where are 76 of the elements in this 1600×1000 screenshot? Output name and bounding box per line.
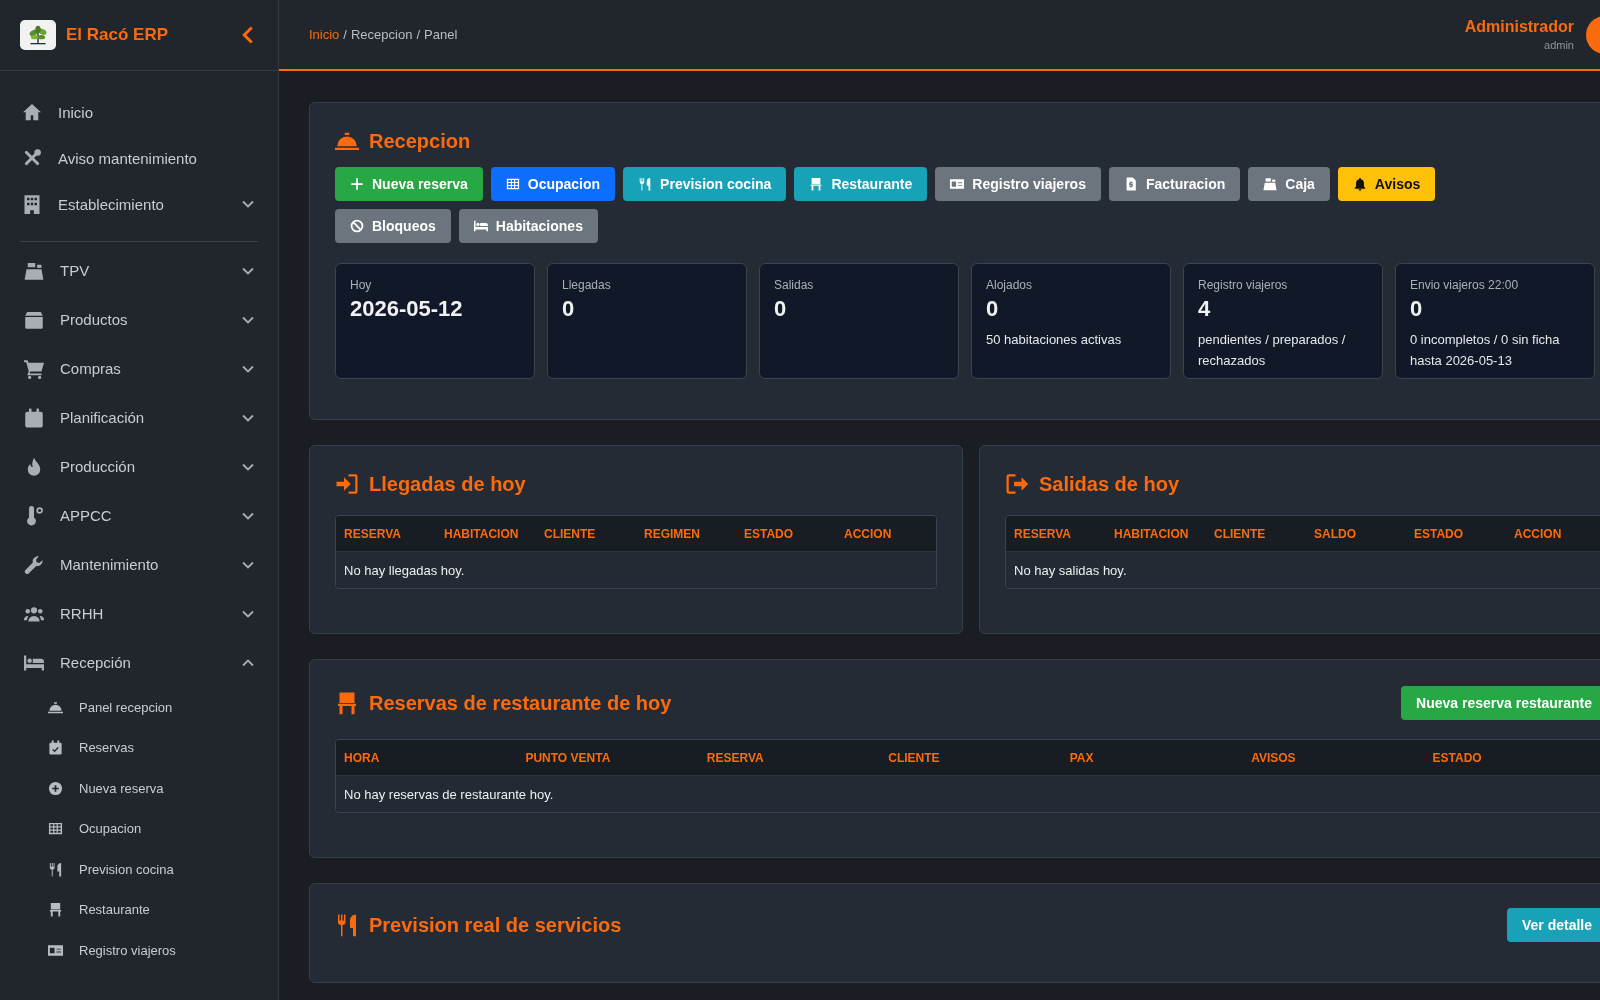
column-header: PUNTO VENTA <box>524 750 612 765</box>
column-header: ESTADO <box>1431 750 1483 765</box>
stat-label: Hoy <box>350 278 373 292</box>
nav-subitem[interactable]: Prevision cocina <box>20 849 258 890</box>
breadcrumb-item: Panel <box>424 27 458 42</box>
empty-message: No hay salidas hoy. <box>1006 551 1600 588</box>
stat-label: Envio viajeros 22:00 <box>1410 278 1520 292</box>
breadcrumb-link[interactable]: Inicio <box>309 27 340 42</box>
nav-subitem[interactable]: Panel recepcion <box>20 687 258 728</box>
action-button[interactable]: Bloqueos <box>335 209 451 243</box>
nav-item[interactable]: Establecimiento <box>0 181 278 227</box>
column-header: AVISOS <box>1250 750 1297 765</box>
stat-label: Llegadas <box>562 278 612 292</box>
breadcrumb-item: Recepcion <box>351 27 413 42</box>
breadcrumb-separator: / <box>343 27 347 42</box>
action-button[interactable]: Habitaciones <box>458 209 598 243</box>
empty-message: No hay llegadas hoy. <box>336 551 936 588</box>
column-header: CLIENTE <box>1213 526 1267 541</box>
nav-subitem[interactable]: Restaurante <box>20 889 258 930</box>
stat-note: 0 incompletos / 0 sin ficha hasta 2026-05-13 <box>1410 331 1561 370</box>
action-button[interactable]: Registro viajeros <box>935 167 1101 201</box>
column-header: ACCION <box>843 526 893 541</box>
brand-name: El Racó ERP <box>66 25 170 45</box>
user-name: Administrador <box>1464 18 1574 36</box>
stat-note: pendientes / preparados / rechazados <box>1198 331 1347 370</box>
nav-item[interactable]: Producción <box>20 442 258 491</box>
nav-subitem[interactable]: Registro viajeros <box>20 930 258 971</box>
column-header: ESTADO <box>1413 526 1465 541</box>
column-header: CLIENTE <box>887 750 941 765</box>
nav-subitem[interactable]: Reservas <box>20 727 258 768</box>
nav-item[interactable]: Inicio <box>0 89 278 135</box>
panel-title: Recepcion <box>369 129 471 153</box>
column-header: REGIMEN <box>643 526 701 541</box>
action-button[interactable]: Facturacion <box>1108 167 1241 201</box>
column-header: ESTADO <box>743 526 795 541</box>
section-title: Prevision real de servicios <box>369 913 622 937</box>
section-title: Salidas de hoy <box>1039 472 1180 496</box>
section-title: Reservas de restaurante de hoy <box>369 691 672 715</box>
nav-subitem[interactable]: Nueva reserva <box>20 768 258 809</box>
action-button[interactable]: Avisos <box>1337 167 1436 201</box>
column-header: CLIENTE <box>543 526 597 541</box>
stat-label: Alojados <box>986 278 1034 292</box>
column-header: HABITACION <box>1113 526 1190 541</box>
action-button[interactable]: Caja <box>1248 167 1330 201</box>
stat-value: 0 <box>1410 296 1424 322</box>
stat-value: 0 <box>562 296 576 322</box>
stat-value: 0 <box>986 296 1000 322</box>
nav-item[interactable]: TPV <box>20 246 258 295</box>
empty-message: No hay reservas de restaurante hoy. <box>336 775 1600 812</box>
section-title: Llegadas de hoy <box>369 472 526 496</box>
nav-item[interactable]: Compras <box>20 344 258 393</box>
column-header: RESERVA <box>1013 526 1072 541</box>
stat-value: 0 <box>774 296 788 322</box>
column-header: PAX <box>1068 750 1095 765</box>
nav-subitem[interactable]: Ocupacion <box>20 808 258 849</box>
user-role: admin <box>1544 39 1574 51</box>
column-header: ACCION <box>1513 526 1563 541</box>
column-header: RESERVA <box>343 526 402 541</box>
stat-label: Registro viajeros <box>1198 278 1289 292</box>
nav-item[interactable]: Aviso mantenimiento <box>0 135 278 181</box>
stat-value: 4 <box>1198 296 1212 322</box>
column-header: HABITACION <box>443 526 520 541</box>
nav-item[interactable]: Mantenimiento <box>20 540 258 589</box>
column-header: RESERVA <box>705 750 765 765</box>
nav-item[interactable]: Recepción <box>20 638 258 687</box>
stat-value: 2026-05-12 <box>350 296 464 322</box>
stat-note: 50 habitaciones activas <box>986 331 1123 349</box>
nav-item[interactable]: RRHH <box>20 589 258 638</box>
breadcrumb-separator: / <box>416 27 421 42</box>
column-header: HORA <box>343 750 381 765</box>
action-button[interactable]: Ocupacion <box>490 167 616 201</box>
column-header: SALDO <box>1313 526 1357 541</box>
nav-item[interactable]: Productos <box>20 295 258 344</box>
nav-item[interactable]: APPCC <box>20 491 258 540</box>
nav-item[interactable]: Planificación <box>20 393 258 442</box>
stat-label: Salidas <box>774 278 815 292</box>
